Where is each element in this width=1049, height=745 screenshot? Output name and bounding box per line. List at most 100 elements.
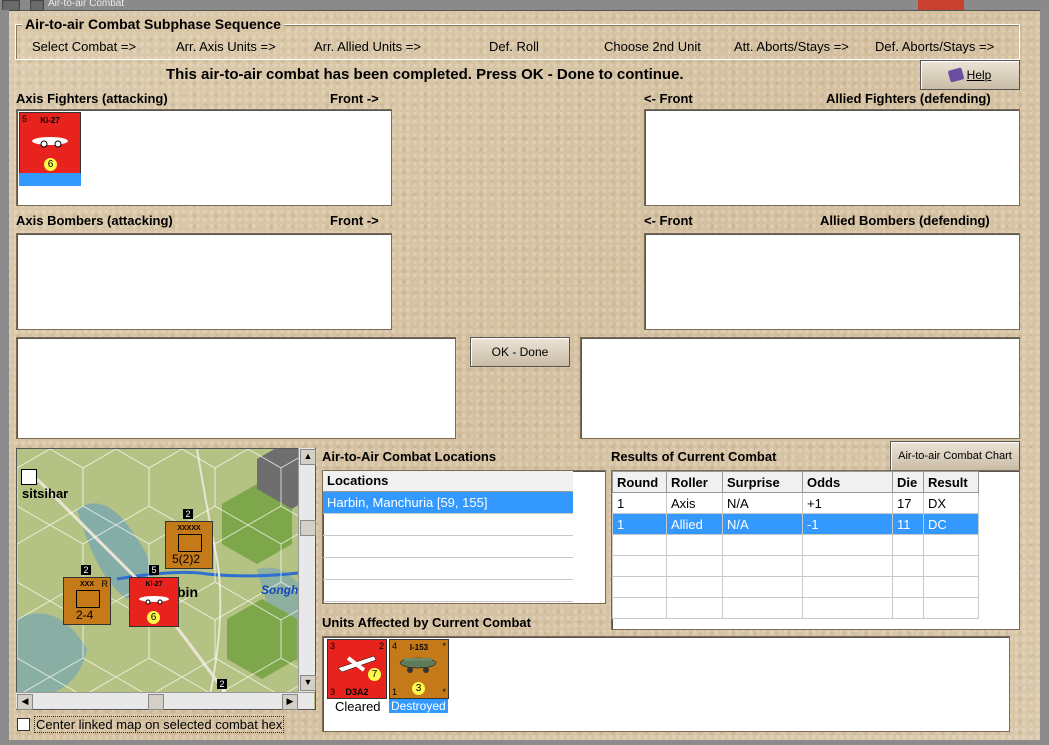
window-title: Air-to-air Combat xyxy=(48,0,125,9)
cell-die: 17 xyxy=(892,492,924,514)
stack-count: 2 xyxy=(81,565,91,575)
map-unit-corps-tag: R xyxy=(101,579,109,589)
axis-fighters-label: Axis Fighters (attacking) xyxy=(16,91,168,106)
counter-top-right: * xyxy=(442,641,446,651)
map-unit-fighter-value: 6 xyxy=(147,611,160,624)
airfield-icon xyxy=(21,469,37,485)
counter-value: 3 xyxy=(412,682,425,695)
allied-bombers-panel[interactable] xyxy=(644,233,1020,330)
air-combat-chart-button[interactable]: Air-to-air Combat Chart xyxy=(890,441,1020,471)
title-bar: Air-to-air Combat xyxy=(0,0,1049,11)
map-unit-army-size: XXXXX xyxy=(177,525,201,532)
affected-units-panel[interactable]: 3 2 7 3 D3A2 Cleared 4 I-153 * 3 1 * Des… xyxy=(322,636,1010,732)
axis-fighters-panel[interactable]: 5 Ki-27 6 xyxy=(16,109,392,206)
map-horizontal-scrollbar[interactable]: ◀ ▶ xyxy=(16,692,314,710)
axis-fighter-counter[interactable]: 5 Ki-27 6 xyxy=(19,112,81,174)
fighter-plane-icon xyxy=(399,657,437,673)
axis-info-panel xyxy=(16,337,456,439)
counter-selection-bar xyxy=(19,173,81,186)
counter-name: Ki-27 xyxy=(40,116,60,125)
allied-info-panel xyxy=(580,337,1020,439)
map-city-label-harbin: bin xyxy=(177,584,198,600)
affected-unit-status: Cleared xyxy=(335,699,381,714)
results-header-row: Round Roller Surprise Odds Die Result xyxy=(612,471,979,493)
ok-done-button[interactable]: OK - Done xyxy=(470,337,570,367)
results-table-panel[interactable]: Round Roller Surprise Odds Die Result 1 … xyxy=(611,470,1020,630)
col-odds: Odds xyxy=(802,471,893,493)
location-row[interactable]: Harbin, Manchuria [59, 155] xyxy=(323,492,573,514)
col-round: Round xyxy=(612,471,667,493)
location-row-empty xyxy=(323,580,573,602)
scroll-thumb[interactable] xyxy=(300,520,316,536)
table-row-empty xyxy=(612,555,979,577)
window-left-border xyxy=(0,10,9,745)
map-unit-army[interactable]: XXXXX 5(2)2 xyxy=(165,521,213,569)
locations-list[interactable]: Locations Harbin, Manchuria [59, 155] xyxy=(322,470,606,604)
scroll-left-icon[interactable]: ◀ xyxy=(17,694,33,710)
counter-name: D3A2 xyxy=(345,687,369,697)
sequence-step-choose-2nd: Choose 2nd Unit xyxy=(604,39,701,54)
map-vertical-scrollbar[interactable]: ▲ ▼ xyxy=(298,448,316,692)
affected-unit-bomber[interactable]: 3 2 7 3 D3A2 xyxy=(327,639,387,699)
sequence-step-att-aborts: Att. Aborts/Stays => xyxy=(734,39,849,54)
scroll-right-icon[interactable]: ▶ xyxy=(282,694,298,710)
armor-symbol-icon xyxy=(76,590,100,608)
col-surprise: Surprise xyxy=(722,471,803,493)
cell-odds: +1 xyxy=(802,492,893,514)
table-row-empty xyxy=(612,597,979,619)
sequence-step-arr-allied: Arr. Allied Units => xyxy=(314,39,421,54)
cell-roller: Axis xyxy=(666,492,723,514)
table-row-empty xyxy=(612,576,979,598)
location-row-empty xyxy=(323,536,573,558)
map-unit-fighter-name: Ki-27 xyxy=(145,581,163,588)
help-button[interactable]: Help xyxy=(920,60,1020,90)
cell-odds: -1 xyxy=(802,513,893,535)
window-bottom-border xyxy=(0,740,1049,745)
infantry-symbol-icon xyxy=(178,534,202,552)
cell-roller: Allied xyxy=(666,513,723,535)
map-unit-corps[interactable]: XXX R 2-4 xyxy=(63,577,111,625)
map-city-label-qiqihar: sitsihar xyxy=(22,486,69,501)
counter-bottom-right: * xyxy=(442,687,446,697)
center-map-checkbox[interactable] xyxy=(17,718,30,731)
fighter-plane-icon xyxy=(139,596,169,605)
map-view[interactable]: sitsihar bin Songh XXXXX 5(2)2 2 XXX R 2… xyxy=(16,448,316,710)
sequence-step-def-aborts: Def. Aborts/Stays => xyxy=(875,39,995,54)
window-right-border xyxy=(1040,10,1049,745)
allied-bombers-front-label: <- Front xyxy=(644,213,693,228)
center-map-checkbox-label[interactable]: Center linked map on selected combat hex xyxy=(34,716,285,733)
col-result: Result xyxy=(923,471,979,493)
sequence-step-def-roll: Def. Roll xyxy=(489,39,539,54)
allied-fighters-panel[interactable] xyxy=(644,109,1020,206)
col-roller: Roller xyxy=(666,471,723,493)
results-title: Results of Current Combat xyxy=(611,449,777,464)
map-river-label: Songh xyxy=(261,583,299,597)
window-icon xyxy=(30,0,44,11)
close-button[interactable] xyxy=(918,0,964,10)
location-row-empty xyxy=(323,514,573,536)
locations-title: Air-to-Air Combat Locations xyxy=(322,449,497,464)
help-book-icon xyxy=(947,67,964,83)
map-unit-corps-value: 2-4 xyxy=(76,608,94,622)
axis-fighters-front-label: Front -> xyxy=(330,91,379,106)
counter-name: I-153 xyxy=(409,643,429,652)
map-unit-fighter[interactable]: Ki-27 6 xyxy=(129,577,179,627)
axis-bombers-label: Axis Bombers (attacking) xyxy=(16,213,173,228)
stack-count: 2 xyxy=(217,679,227,689)
scroll-up-icon[interactable]: ▲ xyxy=(300,449,316,465)
sequence-step-select-combat: Select Combat => xyxy=(32,39,137,54)
table-row-empty xyxy=(612,534,979,556)
scroll-h-thumb[interactable] xyxy=(148,694,164,710)
counter-value: 6 xyxy=(44,158,57,171)
help-button-label: Help xyxy=(966,68,992,82)
table-row[interactable]: 1 Axis N/A +1 17 DX xyxy=(612,492,979,514)
results-table: Round Roller Surprise Odds Die Result 1 … xyxy=(612,471,979,619)
table-row-selected[interactable]: 1 Allied N/A -1 11 DC xyxy=(612,513,979,535)
scroll-down-icon[interactable]: ▼ xyxy=(300,675,316,691)
affected-unit-fighter[interactable]: 4 I-153 * 3 1 * xyxy=(389,639,449,699)
cell-round: 1 xyxy=(612,513,667,535)
stack-count: 2 xyxy=(183,509,193,519)
counter-value: 7 xyxy=(368,668,381,681)
axis-bombers-panel[interactable] xyxy=(16,233,392,330)
fighter-plane-icon xyxy=(32,137,68,148)
